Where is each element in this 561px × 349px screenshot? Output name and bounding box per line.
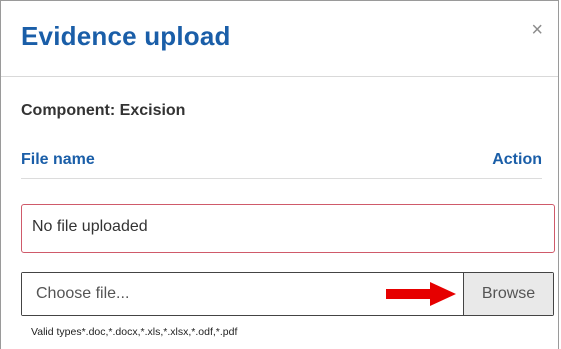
header-divider xyxy=(21,178,542,179)
no-file-message-box: No file uploaded xyxy=(21,204,555,253)
dialog-header: Evidence upload × xyxy=(1,1,558,77)
component-label: Component: Excision xyxy=(21,102,186,119)
valid-file-types: Valid types*.doc,*.docx,*.xls,*.xlsx,*.o… xyxy=(31,326,238,338)
evidence-upload-dialog: Evidence upload × Component: Excision Fi… xyxy=(0,0,559,349)
red-arrow-icon xyxy=(386,282,456,306)
no-file-message: No file uploaded xyxy=(32,218,148,235)
close-icon[interactable]: × xyxy=(531,20,543,40)
dialog-title: Evidence upload xyxy=(21,21,231,51)
file-chooser: Browse xyxy=(21,272,554,316)
action-column-header: Action xyxy=(492,151,542,168)
browse-button[interactable]: Browse xyxy=(463,273,553,315)
file-name-column-header: File name xyxy=(21,151,95,168)
